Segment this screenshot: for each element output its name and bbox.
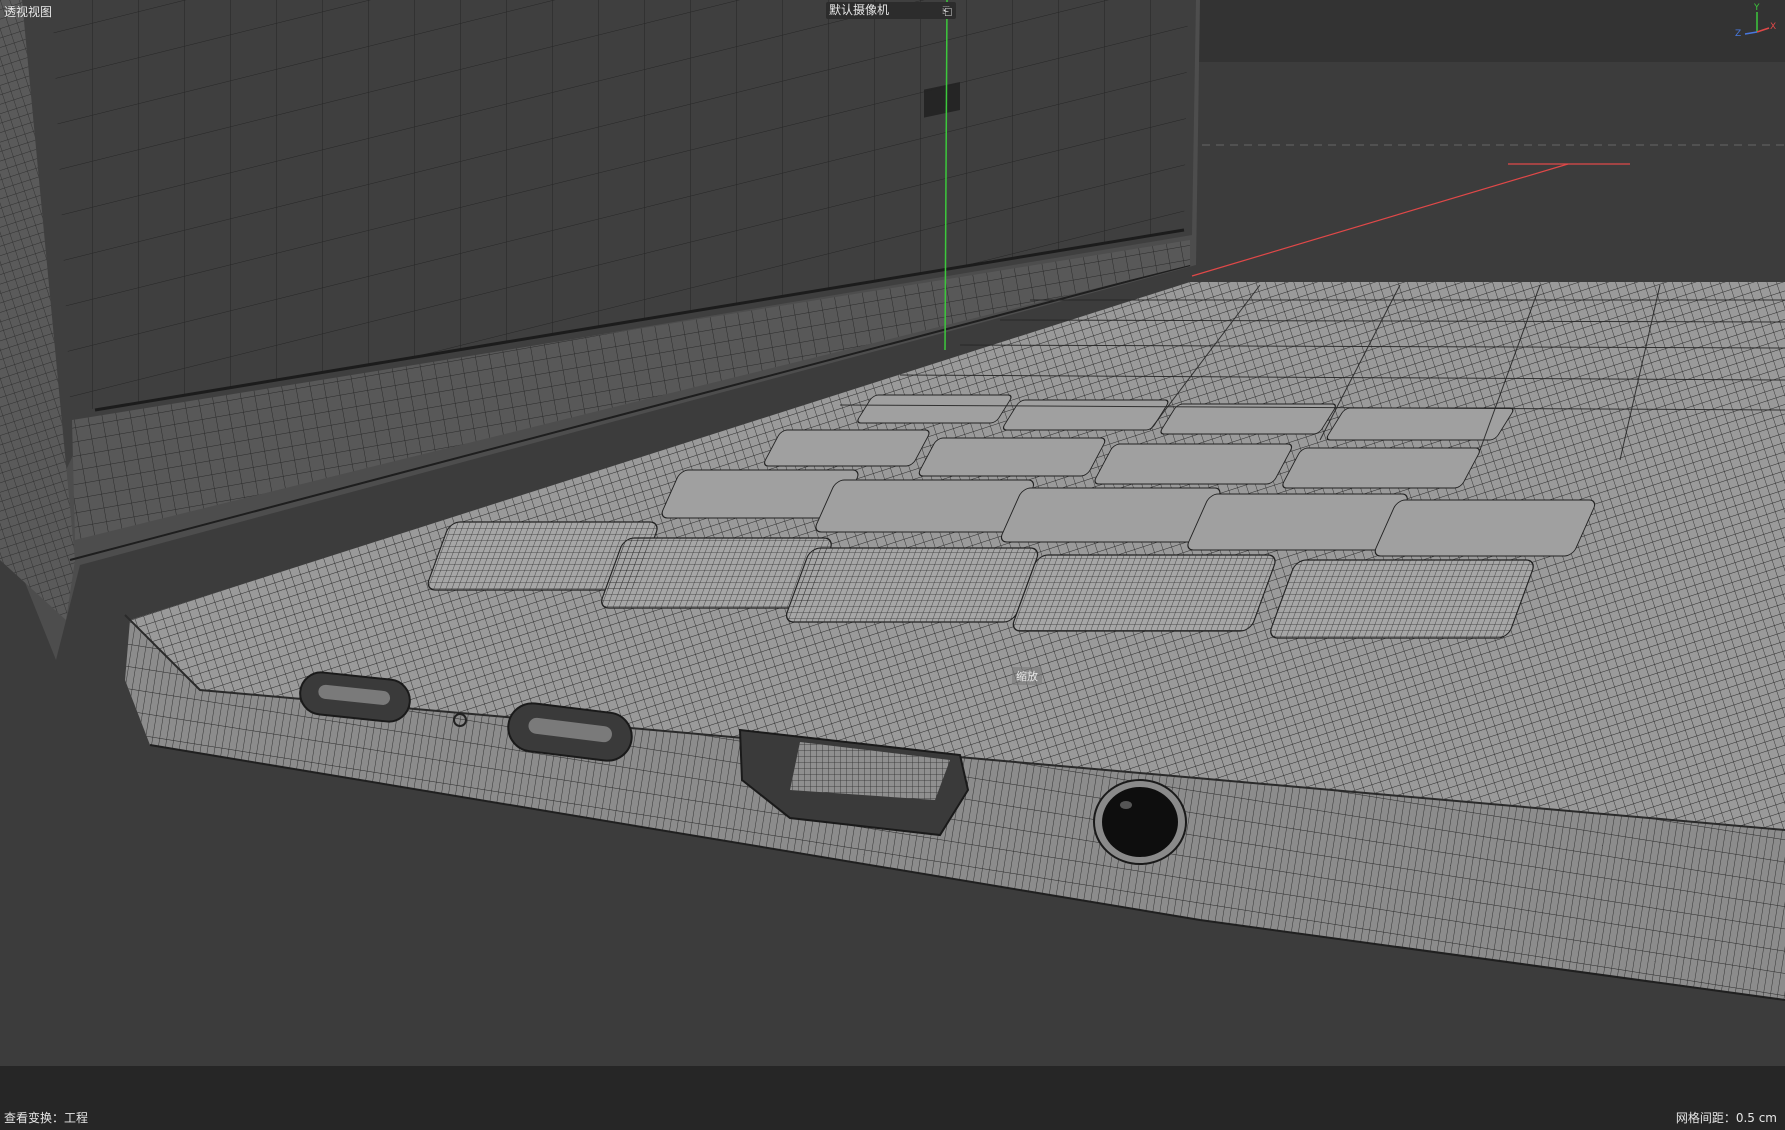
axis-y-label: Y <box>1753 3 1760 13</box>
status-bar: 查看变换：工程 网格间距：0.5 cm <box>0 1066 1785 1130</box>
camera-selector[interactable]: 默认摄像机 ⎗ <box>826 2 956 19</box>
view-transform-status: 查看变换：工程 <box>4 1111 89 1125</box>
camera-switch-icon[interactable]: ⎗ <box>942 3 952 20</box>
x-axis-line <box>1191 163 1569 277</box>
axis-x-label: X <box>1770 22 1776 32</box>
audio-jack <box>1093 779 1187 865</box>
camera-name: 默认摄像机 <box>829 3 890 17</box>
view-name-label[interactable]: 透视视图 <box>4 3 52 20</box>
3d-viewport[interactable]: 透视视图 默认摄像机 ⎗ Y X Z 缩放 <box>0 0 1785 1066</box>
grid-spacing-status: 网格间距：0.5 cm <box>1675 1111 1777 1125</box>
wireframe-laptop-scene[interactable] <box>0 0 1785 1066</box>
axis-z-label: Z <box>1735 29 1741 39</box>
axis-gizmo[interactable]: Y X Z <box>1731 2 1777 42</box>
scale-handle-label[interactable]: 缩放 <box>1012 667 1042 685</box>
